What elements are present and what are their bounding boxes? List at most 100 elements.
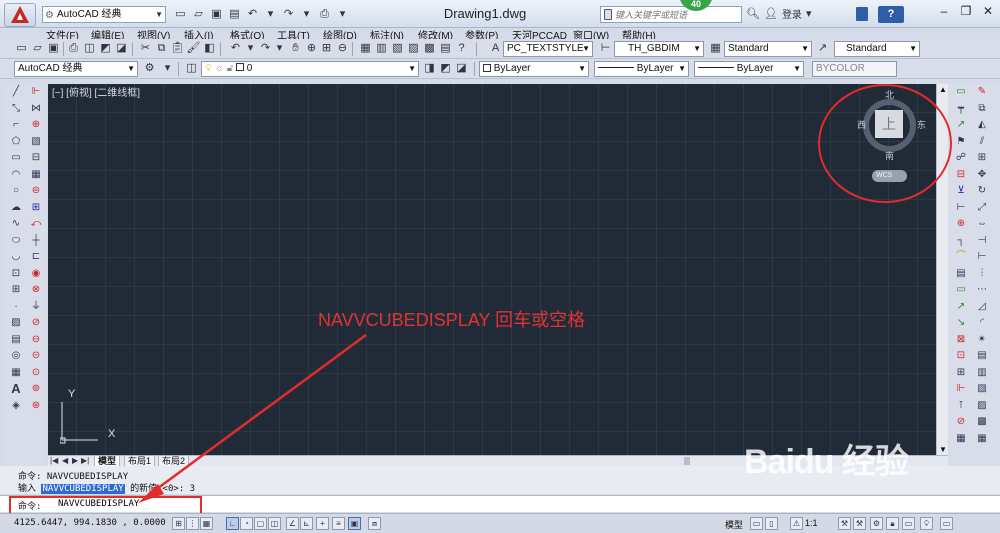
open-folder-icon[interactable]: ▱	[190, 6, 207, 23]
multileader-style-icon[interactable]: ↗	[815, 41, 830, 56]
rtool-20-icon[interactable]: ⊺	[953, 398, 969, 415]
tool-9-icon[interactable]: ⤺	[28, 216, 44, 233]
dynamic-input-icon[interactable]: +	[316, 517, 329, 530]
redo-dropdown-icon[interactable]: ▾	[298, 6, 315, 23]
rtool-b18-icon[interactable]: ▥	[974, 365, 990, 382]
workspace-switch-icon[interactable]: ⚙	[870, 517, 883, 530]
redo-icon[interactable]: ↷	[280, 6, 297, 23]
rtool-9-icon[interactable]: ⊕	[953, 216, 969, 233]
rtool-4-icon[interactable]: ⚑	[953, 134, 969, 151]
chamfer-icon[interactable]: ◿	[974, 299, 990, 316]
lineweight-select[interactable]: ByLayer ▼	[694, 61, 804, 77]
lock-ui-icon[interactable]: 🔒︎	[886, 517, 899, 530]
text-style-icon[interactable]: A	[488, 41, 503, 56]
print-icon[interactable]: ⎙	[316, 6, 333, 23]
viewport-controls[interactable]: [−] [俯视] [二维线框]	[52, 84, 140, 99]
tool-4-icon[interactable]: ▧	[28, 134, 44, 151]
make-block-icon[interactable]: ⊞	[8, 282, 24, 299]
infer-constraints-icon[interactable]: ⊞	[172, 517, 185, 530]
arc-icon[interactable]: ◠	[8, 167, 24, 184]
login-link[interactable]: 登录	[782, 6, 802, 21]
auto-scale-icon[interactable]: ⚒	[853, 517, 866, 530]
transparency-icon[interactable]: ▣	[348, 517, 361, 530]
design-center-icon[interactable]: ▥	[374, 41, 389, 56]
layer-select[interactable]: 💡︎ ☼ 🔓︎ 0 ▼	[201, 61, 419, 77]
application-menu-button[interactable]	[4, 3, 36, 27]
construction-line-icon[interactable]: ⤡	[8, 101, 24, 118]
add-selected-icon[interactable]: ◈	[8, 398, 24, 415]
zoom-realtime-icon[interactable]: ⊕	[304, 41, 319, 56]
scroll-up-icon[interactable]: ▲	[939, 85, 947, 94]
copy-icon[interactable]: ⧉	[154, 41, 169, 56]
rtool-13-icon[interactable]: ▭	[953, 282, 969, 299]
make-current-layer-icon[interactable]: ◨	[422, 61, 437, 76]
minimize-icon[interactable]: –	[936, 3, 952, 19]
mtext-icon[interactable]: A	[8, 381, 24, 398]
move-icon[interactable]: ✥	[974, 167, 990, 184]
redo-icon[interactable]: ↷	[258, 41, 273, 56]
coordinate-readout[interactable]: 4125.6447, 994.1830 , 0.0000	[14, 518, 166, 528]
rtool-10-icon[interactable]: ┐	[953, 233, 969, 250]
open-icon[interactable]: ▱	[30, 41, 45, 56]
rtool-3-icon[interactable]: ↗	[953, 117, 969, 134]
workspace-dropdown[interactable]: ⚙ AutoCAD 经典 ▼	[42, 6, 166, 23]
undo-dropdown-icon[interactable]: ▾	[262, 6, 279, 23]
tool-7-icon[interactable]: ⊜	[28, 183, 44, 200]
otrack-icon[interactable]: ∠	[286, 517, 299, 530]
quick-view-layouts-icon[interactable]: ▭	[750, 517, 763, 530]
calculator-icon[interactable]: ▤	[438, 41, 453, 56]
qat-more-icon[interactable]: ▾	[334, 6, 351, 23]
table-icon[interactable]: ▦	[8, 365, 24, 382]
first-tab-icon[interactable]: |◀	[50, 456, 58, 465]
rtool-18-icon[interactable]: ⊞	[953, 365, 969, 382]
tool-19-icon[interactable]: ⊚	[28, 381, 44, 398]
annotation-visibility-icon[interactable]: ⚒	[838, 517, 851, 530]
help-icon[interactable]: ?	[454, 41, 469, 56]
layer-properties-icon[interactable]: ◫	[184, 61, 199, 76]
ducs-icon[interactable]: ⊾	[300, 517, 313, 530]
save-icon[interactable]: ▣	[46, 41, 61, 56]
plot-icon[interactable]: ⎙	[66, 41, 81, 56]
tool-5-icon[interactable]: ⊟	[28, 150, 44, 167]
rtool-11-icon[interactable]: ⌒	[953, 249, 969, 266]
snap-mode-icon[interactable]: ⋮	[186, 517, 199, 530]
new-icon[interactable]: ▭	[14, 41, 29, 56]
binoculars-icon[interactable]: 🔍︎	[746, 7, 760, 20]
paste-icon[interactable]: 📋︎	[170, 41, 185, 56]
user-icon[interactable]: 👤︎	[764, 7, 778, 20]
ortho-mode-icon[interactable]: ∟	[226, 517, 239, 530]
explode-icon[interactable]: ✴	[974, 332, 990, 349]
rtool-1-icon[interactable]: ▭	[953, 84, 969, 101]
tool-6-icon[interactable]: ▦	[28, 167, 44, 184]
color-select[interactable]: ByLayer ▼	[479, 61, 589, 77]
ellipse-icon[interactable]: ⬭	[8, 233, 24, 250]
join-icon[interactable]: ⋯	[974, 282, 990, 299]
tool-12-icon[interactable]: ◉	[28, 266, 44, 283]
region-icon[interactable]: ◎	[8, 348, 24, 365]
hardware-accel-icon[interactable]: ▭	[902, 517, 915, 530]
undo-dropdown-icon[interactable]: ▾	[243, 41, 258, 56]
ellipse-arc-icon[interactable]: ◡	[8, 249, 24, 266]
tool-17-icon[interactable]: ⊝	[28, 348, 44, 365]
sheet-set-icon[interactable]: ▨	[406, 41, 421, 56]
polyline-icon[interactable]: ⌐	[8, 117, 24, 134]
help-search-input[interactable]	[615, 8, 739, 21]
last-tab-icon[interactable]: ▶|	[81, 456, 89, 465]
rtool-12-icon[interactable]: ▤	[953, 266, 969, 283]
rtool-b19-icon[interactable]: ▧	[974, 381, 990, 398]
plotstyle-select[interactable]: BYCOLOR	[812, 61, 897, 77]
clean-screen-icon[interactable]: ▭	[940, 517, 953, 530]
3d-osnap-icon[interactable]: ◫	[268, 517, 281, 530]
login-dropdown-icon[interactable]: ▾	[806, 7, 812, 20]
tool-13-icon[interactable]: ⊗	[28, 282, 44, 299]
cut-icon[interactable]: ✂	[138, 41, 153, 56]
help-search-box[interactable]	[600, 6, 742, 23]
tool-10-icon[interactable]: ┼	[28, 233, 44, 250]
redo-dropdown-icon[interactable]: ▾	[272, 41, 287, 56]
spline-icon[interactable]: ∿	[8, 216, 24, 233]
rtool-17-icon[interactable]: ⊡	[953, 348, 969, 365]
3d-print-icon[interactable]: ◪	[114, 41, 129, 56]
text-style-select[interactable]: PC_TEXTSTYLE ▼	[503, 41, 593, 57]
markup-icon[interactable]: ▩	[422, 41, 437, 56]
stretch-icon[interactable]: ⇔	[974, 216, 990, 233]
